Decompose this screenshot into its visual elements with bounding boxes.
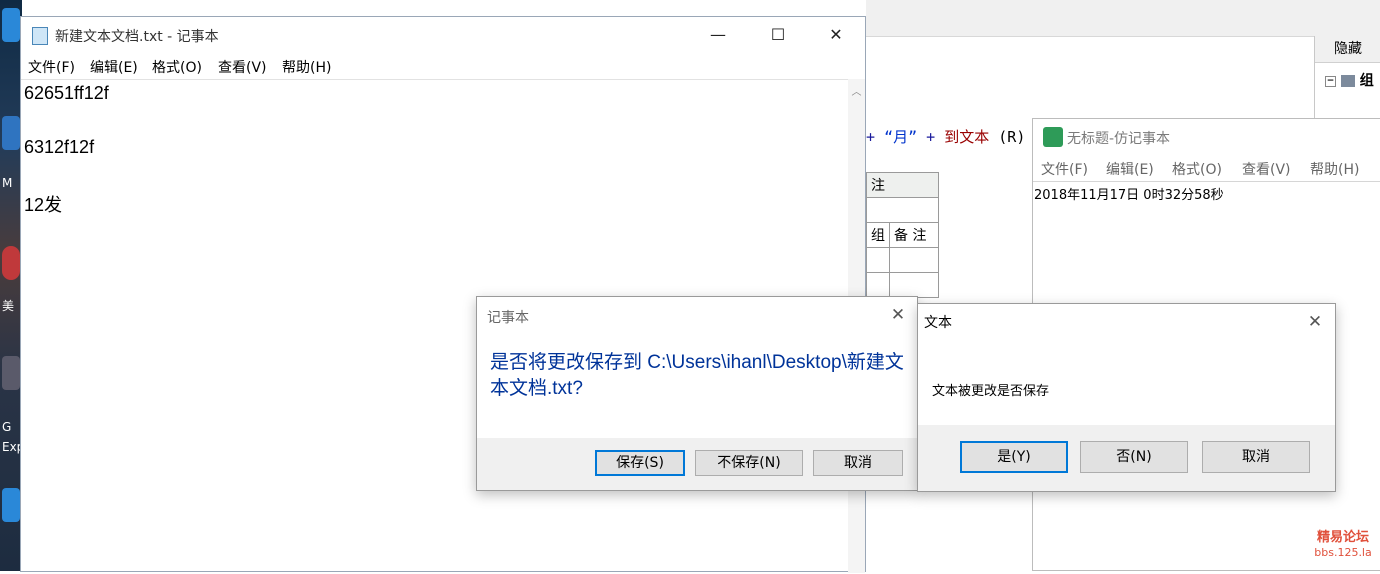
menu-edit[interactable]: 编辑(E) (90, 57, 138, 77)
table-cell: 组 (866, 222, 890, 248)
watermark: 精易论坛 bbs.125.la (1307, 530, 1379, 560)
code-line: + “月” + 到文本 (R) (866, 128, 1026, 146)
dont-save-button[interactable]: 不保存(N) (695, 450, 803, 476)
menu-format[interactable]: 格式(O) (152, 57, 202, 77)
folder-icon (1340, 75, 1355, 87)
table-cell: 备 注 (889, 222, 939, 248)
table-cell (889, 247, 939, 273)
menu-file[interactable]: 文件(F) (1041, 159, 1088, 179)
desktop-label: G (2, 420, 12, 434)
text-line: 62651ff12f (24, 83, 109, 103)
tree-node[interactable]: − 组 (1325, 70, 1374, 90)
save-dialog: 记事本 ✕ 是否将更改保存到 C:\Users\ihanl\Desktop\新建… (476, 296, 918, 491)
desktop-label: 美 (2, 299, 15, 313)
notepad-icon (32, 27, 48, 45)
table-cell (866, 197, 939, 223)
table-cell (889, 272, 939, 298)
no-button[interactable]: 否(N) (1080, 441, 1188, 473)
cancel-button[interactable]: 取消 (813, 450, 903, 476)
ide-toolbar (866, 0, 1380, 37)
maximize-button[interactable]: ☐ (755, 17, 801, 53)
cancel-button[interactable]: 取消 (1202, 441, 1310, 473)
text-line: 6312f12f (24, 137, 95, 157)
yes-button[interactable]: 是(Y) (960, 441, 1068, 473)
desktop-app-icon[interactable] (2, 488, 20, 522)
window-title: 新建文本文档.txt - 记事本 (55, 29, 219, 45)
menu-view[interactable]: 查看(V) (218, 57, 267, 77)
menu-edit[interactable]: 编辑(E) (1106, 159, 1154, 179)
ide-table: 注 组备 注 (866, 172, 939, 298)
table-header: 注 (866, 172, 939, 198)
scroll-up-icon[interactable]: ︿ (848, 83, 865, 98)
dialog-title: 记事本 (487, 310, 529, 326)
window-title: 无标题-仿记事本 (1067, 131, 1171, 147)
menu-view[interactable]: 查看(V) (1242, 159, 1291, 179)
menu-file[interactable]: 文件(F) (28, 57, 75, 77)
desktop-label: M (2, 176, 13, 190)
text-content: 2018年11月17日 0时32分58秒 (1034, 188, 1224, 203)
menu-format[interactable]: 格式(O) (1172, 159, 1222, 179)
menu-help[interactable]: 帮助(H) (1310, 159, 1359, 179)
desktop-background: M 美 G Exp (0, 0, 24, 571)
tree-node-label: 组 (1359, 73, 1374, 89)
desktop-app-icon[interactable] (2, 246, 20, 280)
desktop-app-icon[interactable] (2, 356, 20, 390)
close-button[interactable]: ✕ (813, 17, 859, 53)
title-bar[interactable]: 新建文本文档.txt - 记事本 — ☐ ✕ (21, 17, 866, 53)
dialog-message: 是否将更改保存到 C:\Users\ihanl\Desktop\新建文本文档.t… (490, 352, 904, 399)
table-cell (866, 272, 890, 298)
text-line: 12发 (24, 195, 63, 215)
dialog-title: 文本 (924, 315, 952, 331)
minimize-button[interactable]: — (695, 17, 741, 53)
menu-help[interactable]: 帮助(H) (282, 57, 331, 77)
app-icon (1043, 127, 1063, 147)
save-button[interactable]: 保存(S) (595, 450, 685, 476)
dialog-footer: 保存(S) 不保存(N) 取消 (477, 438, 917, 490)
watermark-title: 精易论坛 (1316, 530, 1369, 545)
panel-title[interactable]: 隐藏 (1315, 36, 1380, 63)
dialog-message: 文本被更改是否保存 (932, 384, 1050, 399)
desktop-app-icon[interactable] (2, 8, 20, 42)
text-save-dialog: 文本 ✕ 文本被更改是否保存 是(Y) 否(N) 取消 (917, 303, 1336, 492)
table-cell (866, 247, 890, 273)
close-icon[interactable]: ✕ (883, 301, 913, 329)
close-icon[interactable]: ✕ (1300, 308, 1330, 336)
desktop-app-icon[interactable] (2, 116, 20, 150)
tree-expander-icon[interactable]: − (1325, 75, 1336, 87)
dialog-footer: 是(Y) 否(N) 取消 (918, 425, 1335, 491)
watermark-url: bbs.125.la (1314, 546, 1372, 559)
